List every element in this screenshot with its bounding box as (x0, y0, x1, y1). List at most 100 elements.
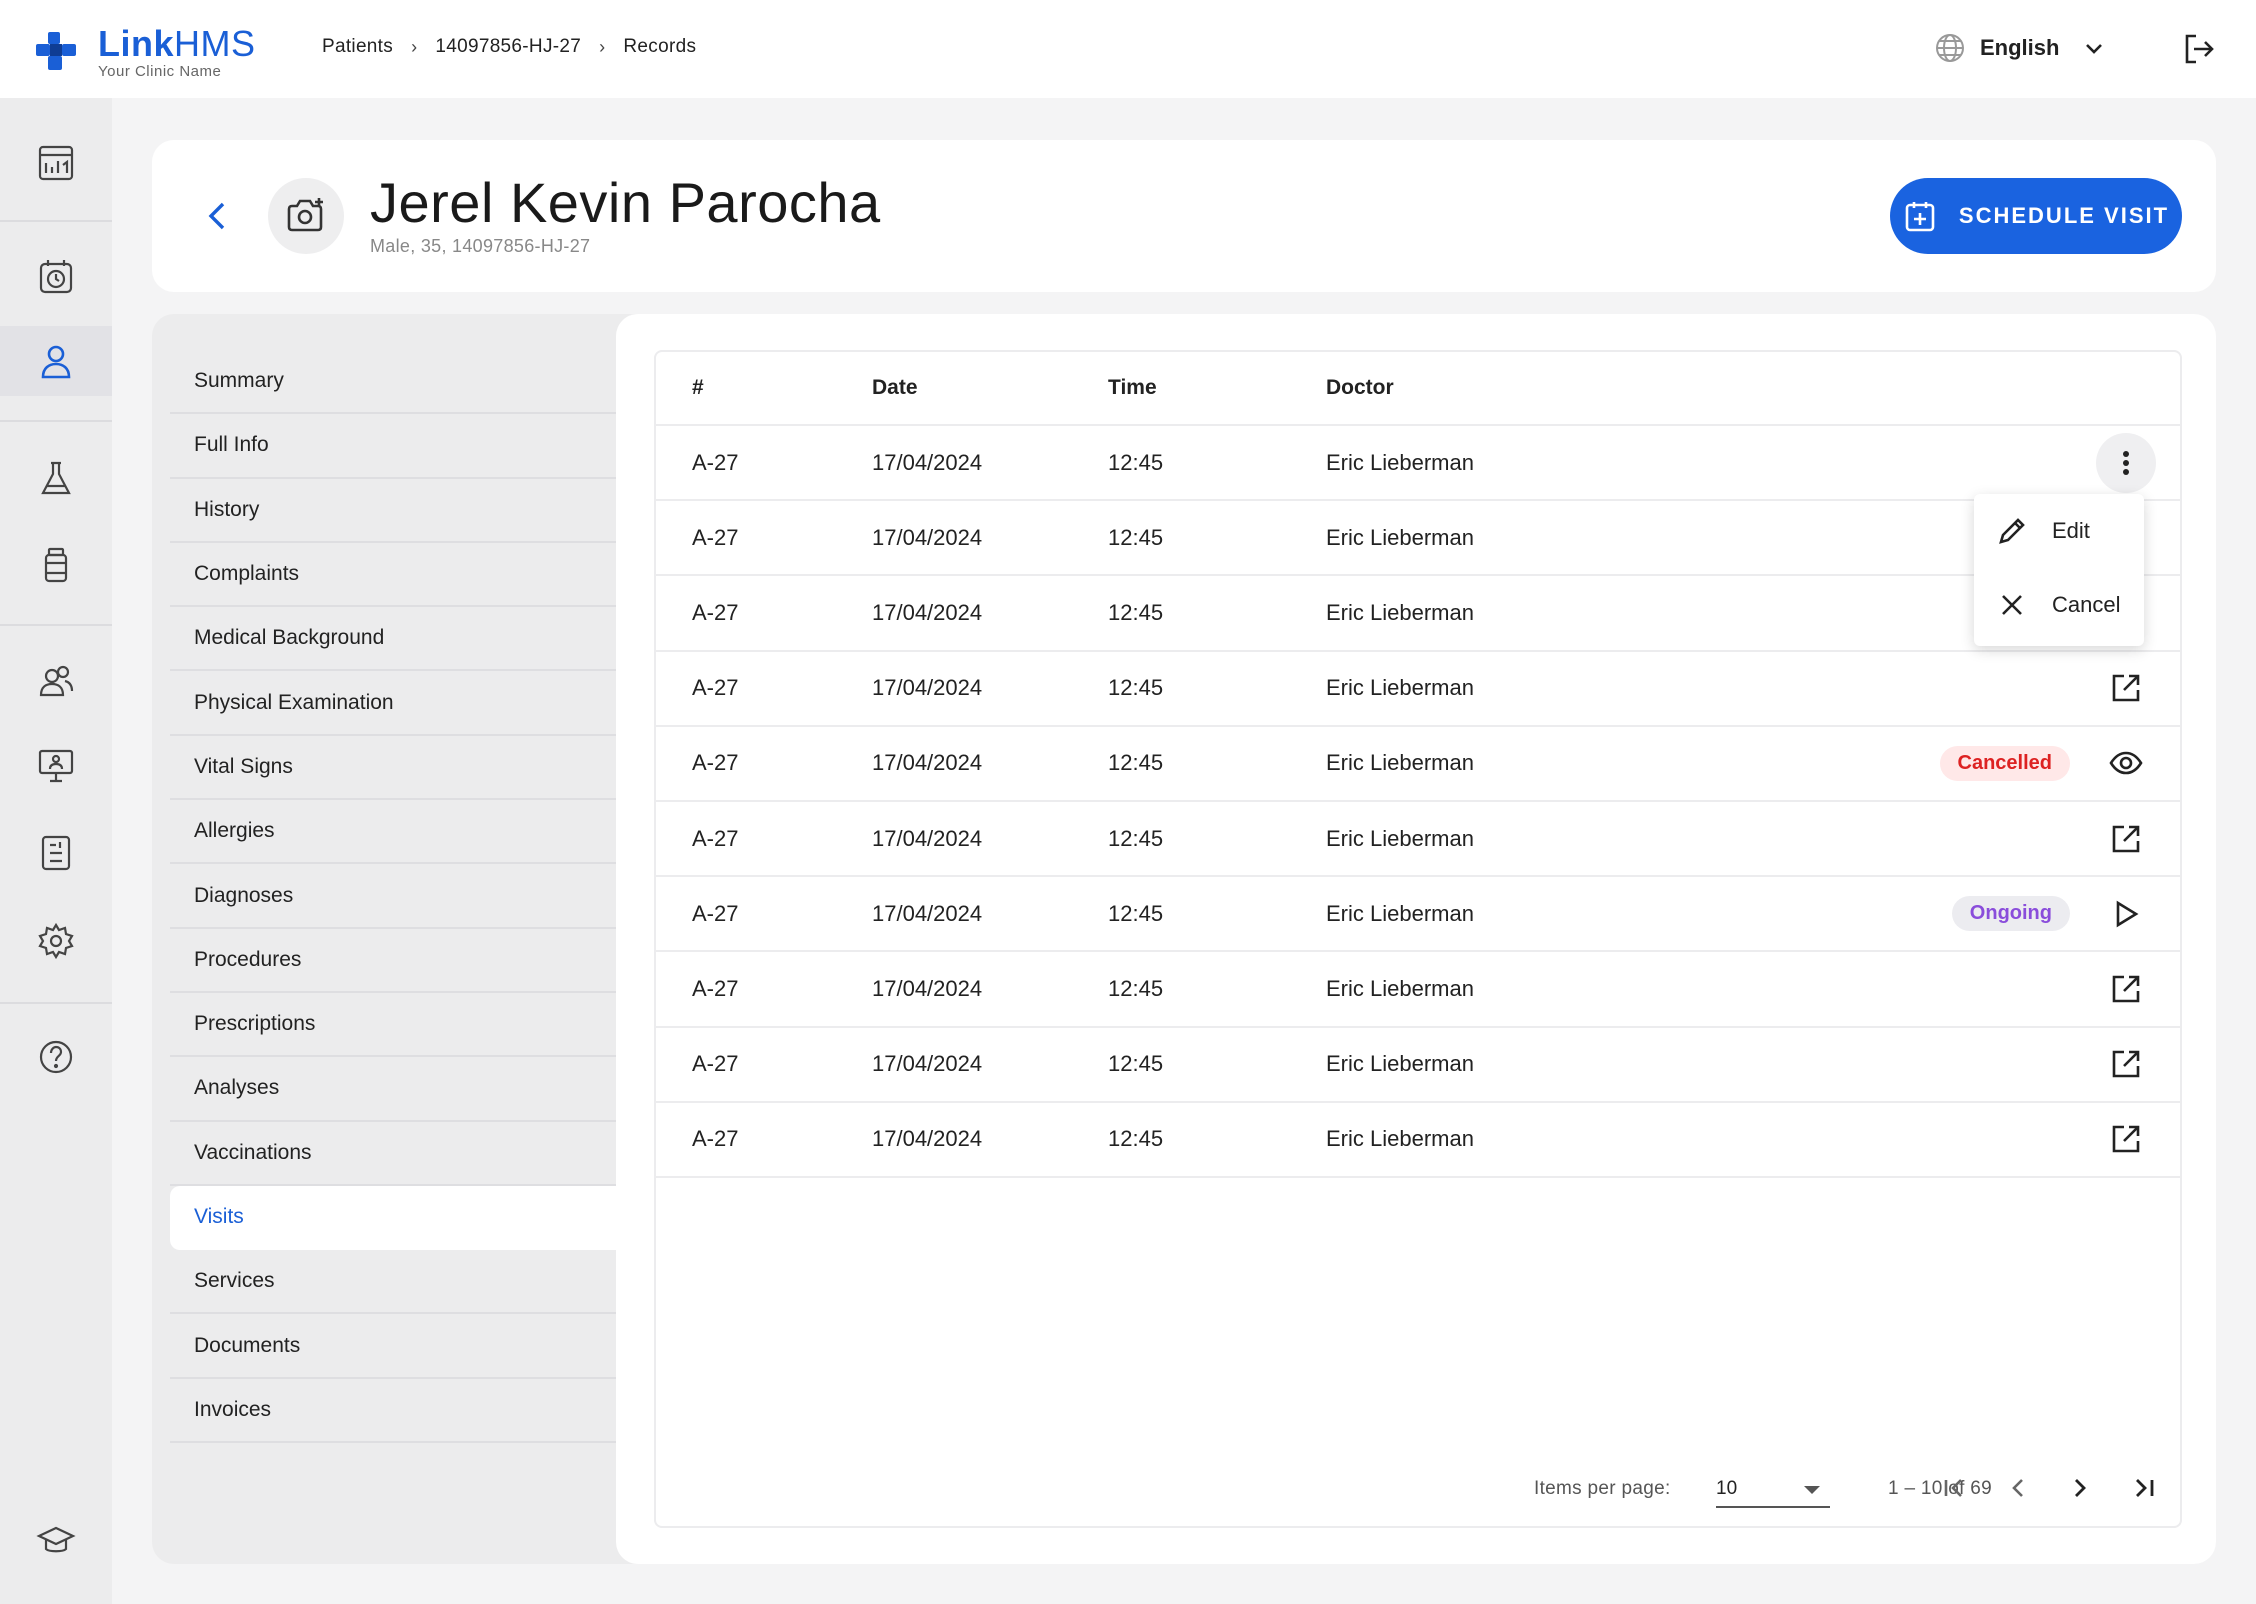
row-action-button[interactable] (2108, 821, 2144, 857)
cell-time: 12:45 (1108, 675, 1164, 701)
breadcrumb-patient-id[interactable]: 14097856-HJ-27 (435, 36, 581, 58)
last-page-button[interactable] (2126, 1470, 2162, 1506)
table-row[interactable]: A-27 17/04/2024 12:45 Eric Lieberman (656, 952, 2180, 1028)
nav-item-procedures[interactable]: Procedures (170, 929, 616, 993)
previous-page-button[interactable] (2000, 1470, 2036, 1506)
menu-item-edit[interactable]: Edit (1974, 494, 2144, 568)
breadcrumb: Patients › 14097856-HJ-27 › Records (322, 36, 696, 58)
last-page-icon (2136, 1479, 2154, 1497)
table-row[interactable]: A-27 17/04/2024 12:45 Eric Lieberman (656, 652, 2180, 727)
table-body: A-27 17/04/2024 12:45 Eric Lieberman A-27 17/… (656, 426, 2180, 1178)
row-menu-button[interactable] (2096, 432, 2156, 493)
records-panel: Summary Full Info History Complaints Medical… (152, 314, 2216, 1564)
left-rail (0, 98, 112, 1604)
row-action-button[interactable] (2108, 670, 2144, 706)
nav-item-prescriptions[interactable]: Prescriptions (170, 993, 616, 1058)
brand-logo[interactable]: LinkHMS Your Clinic Name (36, 26, 256, 79)
pagination: Items per page: 10 1 – 10 of 69 (656, 1470, 2184, 1510)
table-row[interactable]: A-27 17/04/2024 12:45 Eric Lieberman (656, 1103, 2180, 1178)
rail-appointments[interactable] (0, 242, 112, 312)
first-page-button[interactable] (1936, 1470, 1972, 1506)
schedule-visit-button[interactable]: SCHEDULE VISIT (1890, 178, 2182, 254)
open-external-icon (2112, 825, 2140, 852)
cell-doctor: Eric Lieberman (1326, 1126, 1474, 1152)
cell-date: 17/04/2024 (872, 675, 983, 701)
cell-time: 12:45 (1108, 599, 1164, 625)
brand-title: LinkHMS (98, 23, 256, 64)
table-row[interactable]: A-27 17/04/2024 12:45 Eric Lieberman (656, 426, 2180, 502)
nav-item-analyses[interactable]: Analyses (170, 1057, 616, 1122)
rail-pharmacy[interactable] (0, 530, 112, 600)
nav-item-services[interactable]: Services (170, 1250, 616, 1315)
nav-item-visits[interactable]: Visits (170, 1185, 616, 1251)
cell-time: 12:45 (1108, 524, 1164, 550)
status-badge: Ongoing (1951, 896, 2070, 932)
nav-item-vital-signs[interactable]: Vital Signs (170, 736, 616, 801)
cell-date: 17/04/2024 (872, 825, 983, 851)
logout-icon[interactable] (2182, 32, 2216, 66)
row-action-button[interactable] (2108, 745, 2144, 781)
rail-help[interactable] (0, 1022, 112, 1092)
header-time: Time (1108, 376, 1157, 399)
top-bar: LinkHMS Your Clinic Name Patients › 1409… (0, 0, 2256, 98)
nav-item-complaints[interactable]: Complaints (170, 543, 616, 608)
nav-item-physical-examination[interactable]: Physical Examination (170, 671, 616, 736)
nav-item-allergies[interactable]: Allergies (170, 800, 616, 865)
row-action-button[interactable] (2108, 1121, 2144, 1157)
cell-doctor: Eric Lieberman (1326, 1051, 1474, 1077)
help-icon (39, 1040, 73, 1074)
rail-monitor[interactable] (0, 730, 112, 800)
cell-number: A-27 (692, 675, 739, 701)
records-nav: Summary Full Info History Complaints Medical… (170, 350, 616, 1444)
open-external-icon (2112, 975, 2140, 1003)
patient-header: Jerel Kevin Parocha Male, 35, 14097856-H… (152, 140, 2216, 292)
rail-lab[interactable] (0, 444, 112, 514)
chevron-left-icon (2012, 1479, 2023, 1497)
status-badge: Cancelled (1939, 745, 2070, 781)
cell-date: 17/04/2024 (872, 599, 983, 625)
cell-number: A-27 (692, 449, 739, 475)
table-row[interactable]: A-27 17/04/2024 12:45 Eric Lieberman Ongoing (656, 877, 2180, 953)
items-per-page-select[interactable]: 10 (1716, 1472, 1830, 1508)
pencil-icon (1999, 518, 2025, 544)
rail-academy[interactable] (0, 1506, 112, 1576)
back-arrow-icon[interactable] (196, 194, 240, 238)
row-action-button[interactable] (2108, 971, 2144, 1007)
header-number: # (692, 376, 704, 399)
table-row[interactable]: A-27 17/04/2024 12:45 Eric Lieberman Cancell… (656, 727, 2180, 802)
table-row[interactable]: A-27 17/04/2024 12:45 Eric Lieberman (656, 802, 2180, 878)
nav-item-diagnoses[interactable]: Diagnoses (170, 864, 616, 929)
nav-item-full-info[interactable]: Full Info (170, 414, 616, 479)
rail-settings[interactable] (0, 906, 112, 976)
cell-time: 12:45 (1108, 900, 1164, 926)
calendar-add-icon (1905, 202, 1935, 232)
cell-date: 17/04/2024 (872, 524, 983, 550)
next-page-button[interactable] (2062, 1470, 2098, 1506)
nav-item-summary[interactable]: Summary (170, 350, 616, 415)
table-row[interactable]: A-27 17/04/2024 12:45 Eric Lieberman (656, 1028, 2180, 1103)
nav-item-medical-background[interactable]: Medical Background (170, 607, 616, 672)
users-icon (39, 665, 74, 697)
rail-patients[interactable] (0, 326, 112, 396)
rail-staff[interactable] (0, 646, 112, 716)
flask-icon (41, 461, 71, 495)
nav-item-invoices[interactable]: Invoices (170, 1379, 616, 1444)
row-action-button[interactable] (2108, 896, 2144, 932)
menu-item-cancel[interactable]: Cancel (1974, 568, 2144, 642)
nav-item-vaccinations[interactable]: Vaccinations (170, 1122, 616, 1186)
table-row[interactable]: A-27 17/04/2024 12:45 Eric Lieberman (656, 501, 2180, 577)
language-selector[interactable]: English (1934, 32, 2105, 64)
row-action-button[interactable] (2108, 1046, 2144, 1082)
avatar-upload-button[interactable] (268, 178, 344, 254)
table-row[interactable]: A-27 17/04/2024 12:45 Eric Lieberman (656, 576, 2180, 652)
cell-date: 17/04/2024 (872, 1126, 983, 1152)
logo-cross-icon (36, 32, 76, 70)
cell-date: 17/04/2024 (872, 750, 983, 776)
rail-dashboard[interactable] (0, 128, 112, 198)
cell-time: 12:45 (1108, 449, 1164, 475)
breadcrumb-patients[interactable]: Patients (322, 36, 393, 58)
open-external-icon (2112, 1125, 2140, 1153)
nav-item-history[interactable]: History (170, 479, 616, 543)
nav-item-documents[interactable]: Documents (170, 1314, 616, 1379)
rail-billing[interactable] (0, 818, 112, 888)
